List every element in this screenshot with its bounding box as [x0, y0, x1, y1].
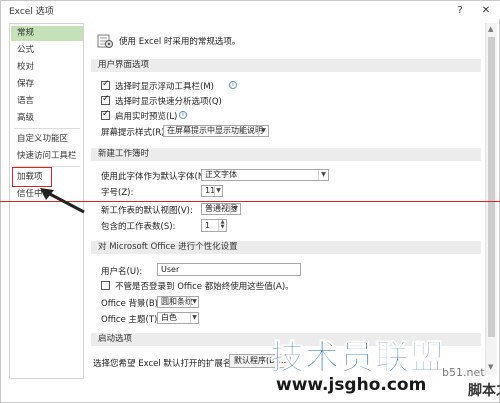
- nav-item-advanced[interactable]: 高级: [11, 111, 83, 126]
- info-icon: i: [229, 81, 237, 89]
- default-font-value: 正文字体: [205, 170, 237, 179]
- office-background-label: Office 背景(B):: [101, 299, 161, 309]
- watermark-extra: b51.net: [442, 366, 485, 379]
- office-theme-select[interactable]: 白色 ▼: [157, 312, 199, 324]
- extensions-label: 选择您希望 Excel 默认打开的扩展名:: [93, 359, 235, 369]
- mini-toolbar-label: 选择时显示浮动工具栏(M): [115, 82, 214, 92]
- sheet-count-spinner[interactable]: 1 ▲ ▼: [201, 219, 227, 232]
- nav-item-general[interactable]: 常规: [11, 26, 83, 41]
- office-background-select[interactable]: 圆和条纹 ▼: [157, 296, 199, 308]
- section-header-new-workbook: 新建工作簿时: [91, 148, 481, 161]
- live-preview-label: 启用实时预览(L): [115, 112, 178, 122]
- section-header-ui-options: 用户界面选项: [91, 59, 481, 72]
- office-background-value: 圆和条纹: [161, 297, 193, 306]
- nav-separator: [14, 128, 80, 129]
- default-view-select[interactable]: 普通视图 ▼: [201, 203, 241, 215]
- chevron-down-icon: ▼: [258, 126, 268, 136]
- chevron-down-icon: ▼: [230, 204, 240, 214]
- close-button[interactable]: ✕: [475, 1, 497, 19]
- always-use-values-checkbox[interactable]: [101, 281, 110, 290]
- watermark: 技术员联盟 b51.net www.jsgho.com 脚本之家: [270, 330, 500, 403]
- default-font-select[interactable]: 正文字体 ▼: [201, 169, 329, 181]
- always-use-values-label: 不管是否登录到 Office 都始终使用这些值(A)。: [115, 282, 294, 292]
- section-header-personalize: 对 Microsoft Office 进行个性化设置: [91, 241, 481, 254]
- scroll-up-icon[interactable]: ▲: [488, 25, 493, 33]
- scrollbar-thumb[interactable]: [488, 37, 495, 337]
- nav-item-save[interactable]: 保存: [11, 77, 83, 92]
- intro-text: 使用 Excel 时采用的常规选项。: [119, 37, 241, 47]
- nav-item-customize-ribbon[interactable]: 自定义功能区: [11, 132, 83, 147]
- chevron-down-icon: ▼: [318, 170, 328, 180]
- tooltip-style-label: 屏幕提示样式(R):: [101, 128, 168, 138]
- nav-item-proofing[interactable]: 校对: [11, 60, 83, 75]
- vertical-scrollbar[interactable]: ▲ ▼: [485, 23, 497, 375]
- username-label: 用户名(U):: [101, 267, 143, 277]
- window-title: Excel 选项: [9, 7, 54, 17]
- nav-item-language[interactable]: 语言: [11, 94, 83, 109]
- chevron-down-icon: ▼: [214, 186, 222, 196]
- font-size-label: 字号(Z):: [101, 188, 134, 198]
- general-options-panel: 使用 Excel 时采用的常规选项。 用户界面选项 选择时显示浮动工具栏(M) …: [89, 23, 485, 375]
- default-view-label: 新工作表的默认视图(V):: [101, 206, 193, 216]
- font-size-select[interactable]: 11 ▼: [201, 185, 223, 197]
- tooltip-style-value: 在屏幕提示中显示功能说明: [167, 126, 263, 135]
- watermark-url: www.jsgho.com: [276, 375, 427, 395]
- title-bar: Excel 选项 ? ✕: [1, 1, 500, 19]
- chevron-down-icon: ▼: [190, 313, 198, 323]
- intro-row: 使用 Excel 时采用的常规选项。: [97, 33, 240, 49]
- default-font-label: 使用此字体作为默认字体(N):: [101, 172, 211, 182]
- tooltip-style-select[interactable]: 在屏幕提示中显示功能说明 ▼: [163, 125, 269, 137]
- help-button[interactable]: ?: [449, 1, 471, 19]
- chevron-down-icon: ▼: [190, 297, 198, 307]
- mini-toolbar-checkbox[interactable]: [101, 79, 110, 90]
- nav-item-formulas[interactable]: 公式: [11, 43, 83, 58]
- info-icon: i: [179, 111, 187, 119]
- quick-analysis-label: 选择时显示快速分析选项(Q): [115, 97, 222, 107]
- watermark-title: 技术员联盟: [270, 338, 445, 379]
- office-theme-value: 白色: [161, 313, 177, 322]
- sheet-count-label: 包含的工作表数(S):: [101, 222, 176, 232]
- annotation-highlight-box: [12, 167, 52, 187]
- nav-item-quick-access-toolbar[interactable]: 快速访问工具栏: [11, 149, 83, 164]
- annotation-arrow-icon: [40, 188, 85, 214]
- watermark-extra-2: 脚本之家: [468, 383, 500, 399]
- office-theme-label: Office 主题(T):: [101, 315, 161, 325]
- spinner-arrows-icon[interactable]: ▲ ▼: [218, 220, 226, 231]
- settings-page-icon: [97, 34, 113, 48]
- live-preview-checkbox[interactable]: [101, 109, 110, 120]
- sheet-count-value: 1: [205, 221, 211, 230]
- quick-analysis-checkbox[interactable]: [101, 94, 110, 105]
- username-input[interactable]: User: [157, 263, 301, 276]
